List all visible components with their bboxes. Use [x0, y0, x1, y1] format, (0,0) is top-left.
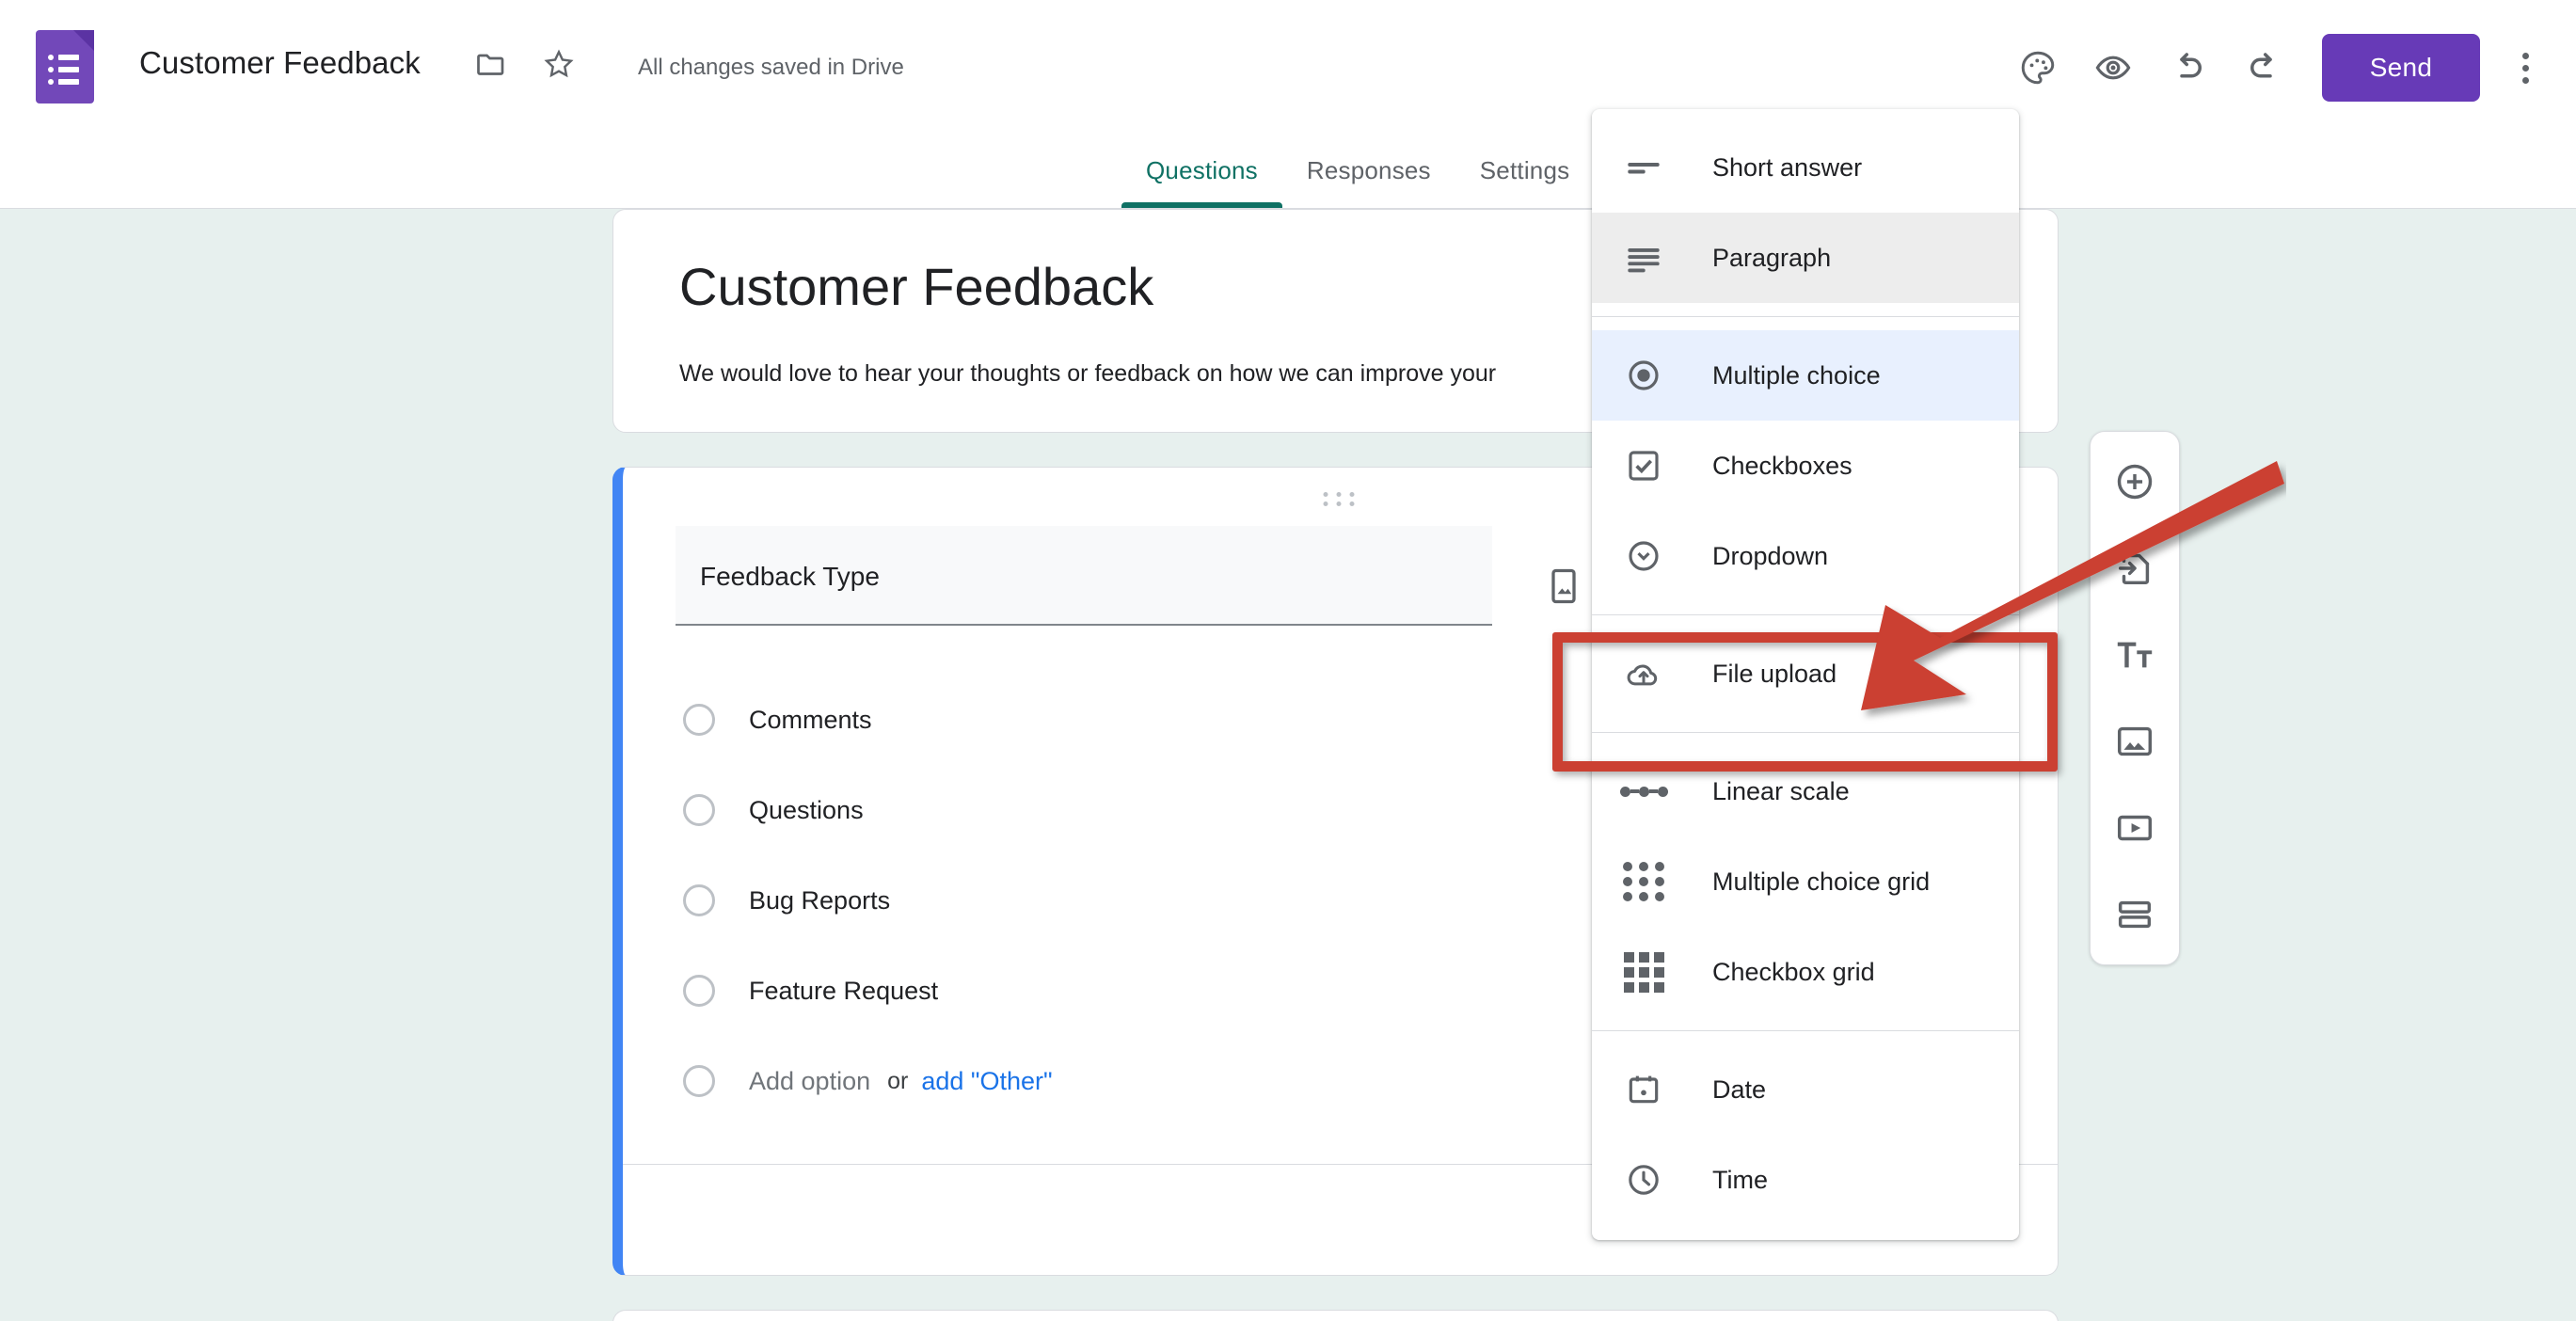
radio-button-icon: [1622, 354, 1665, 397]
checkbox-icon: [1622, 444, 1665, 487]
menu-item-checkbox-grid[interactable]: Checkbox grid: [1592, 927, 2019, 1017]
google-forms-logo[interactable]: [36, 30, 94, 103]
or-label: or: [887, 1068, 908, 1095]
menu-item-time[interactable]: Time: [1592, 1135, 2019, 1225]
add-other-link[interactable]: add "Other": [921, 1067, 1052, 1096]
add-section-button[interactable]: [2106, 885, 2164, 944]
tab-responses[interactable]: Responses: [1282, 137, 1455, 208]
add-question-icon: [2113, 460, 2156, 503]
add-option-placeholder[interactable]: Add option: [749, 1067, 870, 1096]
radio-button-icon[interactable]: [683, 884, 715, 916]
menu-label: Short answer: [1712, 153, 1862, 183]
square-grid-icon: [1622, 950, 1665, 994]
add-title-description-icon: [2113, 633, 2156, 676]
add-image-button[interactable]: [2106, 712, 2164, 771]
menu-label: Date: [1712, 1075, 1766, 1105]
question-title-input[interactable]: Feedback Type: [676, 526, 1492, 626]
star-icon[interactable]: [542, 47, 583, 88]
menu-item-checkboxes[interactable]: Checkboxes: [1592, 421, 2019, 511]
logo-fold: [73, 30, 94, 51]
menu-item-dropdown[interactable]: Dropdown: [1592, 511, 2019, 601]
import-questions-button[interactable]: [2106, 539, 2164, 597]
linear-scale-icon: [1622, 770, 1665, 813]
tab-bar: Questions Responses Settings: [0, 137, 2576, 209]
redo-icon[interactable]: [2226, 34, 2301, 102]
dropdown-icon: [1622, 534, 1665, 578]
menu-item-file-upload[interactable]: File upload: [1592, 629, 2019, 719]
add-question-button[interactable]: [2106, 453, 2164, 511]
app-header: Customer Feedback All changes saved in D…: [0, 0, 2576, 137]
menu-label: Linear scale: [1712, 777, 1850, 806]
paragraph-icon: [1622, 236, 1665, 279]
menu-separator: [1592, 1030, 2019, 1031]
menu-item-multiple-choice[interactable]: Multiple choice: [1592, 330, 2019, 421]
add-title-button[interactable]: [2106, 626, 2164, 684]
short-answer-icon: [1622, 146, 1665, 189]
menu-separator: [1592, 732, 2019, 733]
add-image-icon[interactable]: [1537, 560, 1590, 613]
palette-icon[interactable]: [2000, 34, 2075, 102]
menu-item-multiple-choice-grid[interactable]: Multiple choice grid: [1592, 836, 2019, 927]
tab-questions[interactable]: Questions: [1121, 137, 1282, 208]
menu-item-paragraph[interactable]: Paragraph: [1592, 213, 2019, 303]
cloud-upload-icon: [1622, 652, 1665, 695]
menu-label: Paragraph: [1712, 244, 1831, 273]
folder-icon[interactable]: [474, 47, 516, 88]
menu-label: Checkboxes: [1712, 452, 1852, 481]
radio-button-icon[interactable]: [683, 704, 715, 736]
menu-label: Time: [1712, 1166, 1768, 1195]
option-label[interactable]: Feature Request: [749, 977, 938, 1006]
eye-preview-icon[interactable]: [2075, 34, 2151, 102]
import-questions-icon: [2113, 547, 2156, 590]
menu-item-linear-scale[interactable]: Linear scale: [1592, 746, 2019, 836]
option-label[interactable]: Bug Reports: [749, 886, 890, 915]
question-tools-toolbar: [2090, 431, 2180, 965]
drag-handle-dots-icon[interactable]: [1323, 492, 1358, 506]
menu-separator: [1592, 316, 2019, 317]
menu-label: Multiple choice: [1712, 361, 1881, 390]
menu-label: Multiple choice grid: [1712, 867, 1930, 897]
menu-item-date[interactable]: Date: [1592, 1044, 2019, 1135]
menu-label: Checkbox grid: [1712, 958, 1875, 987]
menu-item-short-answer[interactable]: Short answer: [1592, 122, 2019, 213]
menu-label: Dropdown: [1712, 542, 1828, 571]
save-status-text: All changes saved in Drive: [638, 55, 904, 81]
send-button[interactable]: Send: [2322, 34, 2480, 102]
question-type-menu: Short answer Paragraph Multiple choice: [1592, 109, 2019, 1240]
undo-icon[interactable]: [2151, 34, 2226, 102]
more-vertical-icon[interactable]: [2497, 34, 2553, 102]
tab-settings[interactable]: Settings: [1455, 137, 1595, 208]
add-image-icon: [2113, 720, 2156, 763]
menu-label: File upload: [1712, 660, 1837, 689]
add-video-button[interactable]: [2106, 799, 2164, 857]
header-toolbar: Send: [2000, 34, 2553, 102]
calendar-icon: [1622, 1068, 1665, 1111]
next-question-card[interactable]: Feedback*: [612, 1310, 2059, 1321]
radio-button-icon[interactable]: [683, 975, 715, 1007]
menu-separator: [1592, 614, 2019, 615]
dot-grid-icon: [1622, 860, 1665, 903]
add-section-icon: [2113, 893, 2156, 936]
logo-lines: [48, 55, 79, 91]
radio-button-icon[interactable]: [683, 794, 715, 826]
document-title[interactable]: Customer Feedback: [139, 45, 421, 81]
add-video-icon: [2113, 806, 2156, 850]
radio-button-icon: [683, 1065, 715, 1097]
clock-icon: [1622, 1158, 1665, 1202]
option-label[interactable]: Comments: [749, 706, 872, 735]
option-label[interactable]: Questions: [749, 796, 864, 825]
